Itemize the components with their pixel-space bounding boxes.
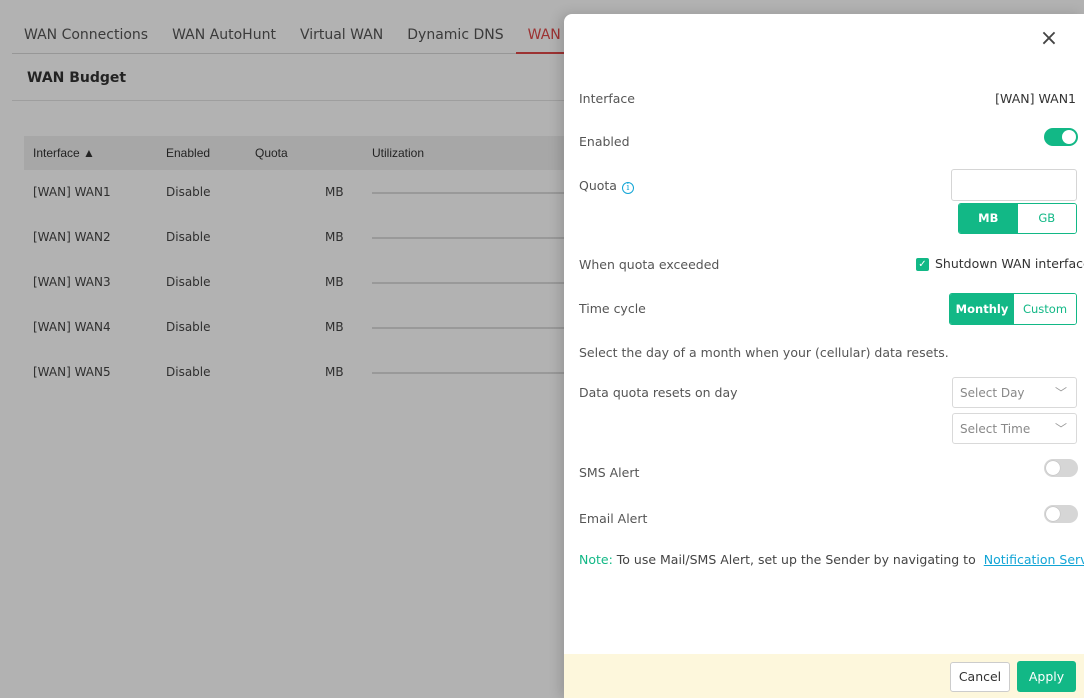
quota-exceeded-label: When quota exceeded [579, 257, 720, 272]
quota-unit-selector: MB GB [958, 203, 1077, 234]
sms-alert-toggle[interactable] [1044, 459, 1078, 477]
wan-budget-edit-drawer: × Interface [WAN] WAN1 Enabled Quota i MB… [564, 14, 1084, 698]
time-cycle-selector: Monthly Custom [949, 293, 1077, 325]
email-alert-toggle[interactable] [1044, 505, 1078, 523]
shutdown-wan-label[interactable]: Shutdown WAN interface [935, 256, 1084, 271]
note-body: To use Mail/SMS Alert, set up the Sender… [612, 552, 976, 567]
unit-mb-button[interactable]: MB [959, 204, 1018, 233]
chevron-down-icon: ﹀ [1054, 386, 1067, 400]
select-day-dropdown[interactable]: Select Day ﹀ [952, 377, 1077, 408]
enabled-toggle[interactable] [1044, 128, 1078, 146]
monthly-button[interactable]: Monthly [950, 294, 1014, 324]
time-cycle-label: Time cycle [579, 301, 646, 316]
close-icon[interactable]: × [1036, 26, 1062, 52]
interface-label: Interface [579, 91, 635, 106]
note-text: Note: To use Mail/SMS Alert, set up the … [579, 552, 1084, 567]
info-icon[interactable]: i [621, 182, 634, 194]
toggle-knob [1046, 507, 1060, 521]
interface-value: [WAN] WAN1 [995, 91, 1076, 106]
email-alert-label: Email Alert [579, 511, 648, 526]
cancel-button[interactable]: Cancel [950, 662, 1010, 692]
select-time-placeholder: Select Time [960, 422, 1031, 436]
apply-button[interactable]: Apply [1017, 661, 1076, 692]
select-day-placeholder: Select Day [960, 386, 1025, 400]
quota-label-row: Quota i [579, 178, 634, 194]
notification-services-link[interactable]: Notification Services [984, 552, 1084, 567]
custom-button[interactable]: Custom [1014, 294, 1076, 324]
shutdown-wan-checkbox[interactable]: ✓ [916, 258, 929, 271]
note-label: Note: [579, 552, 613, 567]
reset-day-label: Data quota resets on day [579, 385, 738, 400]
unit-gb-button[interactable]: GB [1017, 204, 1076, 233]
select-time-dropdown[interactable]: Select Time ﹀ [952, 413, 1077, 444]
quota-input[interactable] [951, 169, 1077, 201]
enabled-label: Enabled [579, 134, 630, 149]
toggle-knob [1046, 461, 1060, 475]
chevron-down-icon: ﹀ [1054, 422, 1067, 436]
toggle-knob [1062, 130, 1076, 144]
drawer-footer: Cancel Apply [564, 654, 1084, 698]
quota-label: Quota [579, 178, 617, 193]
reset-hint-text: Select the day of a month when your (cel… [579, 345, 949, 360]
sms-alert-label: SMS Alert [579, 465, 640, 480]
